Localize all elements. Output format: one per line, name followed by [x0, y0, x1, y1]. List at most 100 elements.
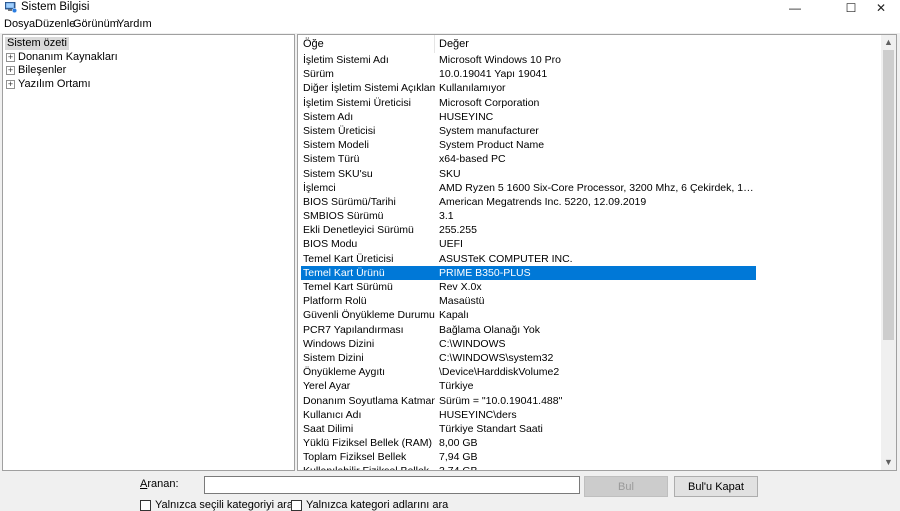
table-row[interactable]: İşletim Sistemi Adı Microsoft Windows 10 … — [298, 53, 883, 67]
table-row[interactable]: Sürüm 10.0.19041 Yapı 19041 — [298, 67, 883, 81]
row-value-cell: 8,00 GB — [439, 437, 478, 450]
table-row[interactable]: Windows Dizini C:\WINDOWS — [298, 337, 883, 351]
menu-file[interactable]: Dosya — [4, 18, 35, 30]
row-item-cell: Temel Kart Ürünü — [303, 266, 385, 279]
row-item-cell: Sürüm — [303, 68, 334, 81]
menu-help[interactable]: Yardım — [117, 18, 152, 30]
row-item-cell: İşletim Sistemi Adı — [303, 54, 389, 66]
table-row[interactable]: Ekli Denetleyici Sürümü 255.255 — [298, 223, 883, 237]
table-row[interactable]: BIOS Sürümü/Tarihi American Megatrends In… — [298, 195, 883, 209]
row-item-cell: Önyükleme Aygıtı — [303, 366, 386, 379]
details-list: Öğe Değer İşletim Sistemi Adı Microsoft W… — [297, 34, 897, 471]
checkbox-icon[interactable] — [291, 499, 302, 511]
maximize-button[interactable]: ☐ — [836, 0, 866, 15]
row-item-cell: Yerel Ayar — [303, 380, 351, 393]
row-value-cell: American Megatrends Inc. 5220, 12.09.201… — [439, 195, 647, 208]
minimize-icon: — — [789, 0, 801, 15]
row-item-cell: Ekli Denetleyici Sürümü — [303, 224, 414, 237]
table-row[interactable]: PCR7 Yapılandırması Bağlama Olanağı Yok — [298, 323, 883, 337]
row-value-cell: System Product Name — [439, 139, 545, 152]
row-value-cell: C:\WINDOWS\system32 — [439, 351, 554, 364]
table-row[interactable]: Temel Kart Ürünü PRIME B350-PLUS — [298, 265, 883, 280]
row-value-cell: UEFI — [439, 238, 463, 251]
row-value-cell: Türkiye Standart Saati — [439, 422, 543, 435]
row-value-cell: Bağlama Olanağı Yok — [439, 323, 540, 336]
row-item-cell: Platform Rolü — [303, 295, 367, 308]
table-row[interactable]: Saat Dilimi Türkiye Standart Saati — [298, 422, 883, 436]
table-row[interactable]: Platform Rolü Masaüstü — [298, 294, 883, 308]
row-item-cell: Sistem Dizini — [303, 351, 364, 364]
row-item-cell: BIOS Sürümü/Tarihi — [303, 195, 396, 208]
row-item-cell: Sistem Modeli — [303, 139, 369, 152]
table-row[interactable]: Toplam Fiziksel Bellek 7,94 GB — [298, 450, 883, 464]
row-value-cell: 3.1 — [439, 210, 454, 223]
tree-item-system-summary[interactable]: Sistem özeti — [5, 37, 69, 50]
minimize-button[interactable]: — — [780, 0, 810, 15]
table-row[interactable]: Sistem Modeli System Product Name — [298, 138, 883, 152]
row-item-cell: Windows Dizini — [303, 337, 375, 350]
row-value-cell: SKU — [439, 167, 461, 180]
tree-item-software-environment[interactable]: + Yazılım Ortamı — [6, 78, 91, 91]
table-row[interactable]: İşletim Sistemi Üreticisi Microsoft Corpo… — [298, 96, 883, 110]
table-row[interactable]: Önyükleme Aygıtı \Device\HarddiskVolume2 — [298, 365, 883, 379]
tree-item-label: Yazılım Ortamı — [18, 78, 91, 90]
row-item-cell: PCR7 Yapılandırması — [303, 323, 404, 336]
table-row[interactable]: Donanım Soyutlama Katmanı Sürüm = "10.0.1… — [298, 394, 883, 408]
vertical-scrollbar[interactable]: ▲ ▼ — [881, 35, 896, 470]
table-row[interactable]: Yerel Ayar Türkiye — [298, 379, 883, 393]
close-find-button[interactable]: Bul'u Kapat — [674, 476, 758, 497]
row-item-cell: İşletim Sistemi Üreticisi — [303, 96, 411, 109]
row-item-cell: Yüklü Fiziksel Bellek (RAM) — [303, 437, 432, 450]
expand-icon[interactable]: + — [6, 53, 15, 62]
row-item-cell: SMBIOS Sürümü — [303, 210, 384, 223]
column-header-value[interactable]: Değer — [439, 38, 469, 50]
close-button[interactable]: ✕ — [866, 0, 896, 15]
column-header-item[interactable]: Öğe — [303, 38, 324, 50]
close-find-button-label: Bul'u Kapat — [688, 480, 744, 493]
row-value-cell: Kapalı — [439, 309, 469, 322]
scroll-up-icon[interactable]: ▲ — [881, 35, 896, 50]
checkbox-icon[interactable] — [140, 499, 151, 511]
row-value-cell: x64-based PC — [439, 153, 506, 166]
table-row[interactable]: Diğer İşletim Sistemi Açıklaması Kullanıl… — [298, 81, 883, 95]
table-row[interactable]: İşlemci AMD Ryzen 5 1600 Six-Core Process… — [298, 181, 883, 195]
table-row[interactable]: Kullanıcı Adı HUSEYINC\ders — [298, 408, 883, 422]
table-row[interactable]: BIOS Modu UEFI — [298, 237, 883, 251]
menu-edit[interactable]: Düzenle — [35, 18, 75, 30]
row-value-cell: Microsoft Windows 10 Pro — [439, 54, 561, 66]
search-selected-category-checkbox[interactable]: Yalnızca seçili kategoriyi ara — [140, 499, 293, 511]
table-row[interactable]: Sistem Türü x64-based PC — [298, 152, 883, 166]
table-row[interactable]: Sistem SKU'su SKU — [298, 167, 883, 181]
table-row[interactable]: Güvenli Önyükleme Durumu Kapalı — [298, 308, 883, 322]
table-row[interactable]: SMBIOS Sürümü 3.1 — [298, 209, 883, 223]
row-item-cell: Donanım Soyutlama Katmanı — [303, 394, 435, 407]
row-value-cell: Rev X.0x — [439, 281, 482, 293]
find-input[interactable] — [204, 476, 580, 494]
row-value-cell: ASUSTeK COMPUTER INC. — [439, 252, 573, 265]
row-item-cell: BIOS Modu — [303, 238, 358, 251]
table-row[interactable]: Sistem Dizini C:\WINDOWS\system32 — [298, 351, 883, 365]
table-row[interactable]: Sistem Üreticisi System manufacturer — [298, 124, 883, 138]
table-row[interactable]: Kullanılabilir Fiziksel Bellek 3,74 GB — [298, 464, 883, 470]
find-button[interactable]: Bul — [584, 476, 668, 497]
search-category-names-checkbox[interactable]: Yalnızca kategori adlarını ara — [291, 499, 448, 511]
tree-item-hardware-resources[interactable]: + Donanım Kaynakları — [6, 51, 118, 64]
table-row[interactable]: Temel Kart Üreticisi ASUSTeK COMPUTER INC… — [298, 252, 883, 266]
row-item-cell: Güvenli Önyükleme Durumu — [303, 309, 435, 322]
row-item-cell: İşlemci — [303, 181, 336, 194]
scrollbar-thumb[interactable] — [883, 50, 894, 340]
expand-icon[interactable]: + — [6, 80, 15, 89]
menu-view[interactable]: Görünüm — [73, 18, 119, 30]
scroll-down-icon[interactable]: ▼ — [881, 455, 896, 470]
row-item-cell: Kullanılabilir Fiziksel Bellek — [303, 464, 435, 470]
row-item-cell: Sistem Adı — [303, 110, 354, 123]
table-row[interactable]: Temel Kart Sürümü Rev X.0x — [298, 280, 883, 294]
find-bar: Aranan: Bul Bul'u Kapat Yalnızca seçili … — [0, 472, 900, 511]
table-row[interactable]: Yüklü Fiziksel Bellek (RAM) 8,00 GB — [298, 436, 883, 450]
row-value-cell: Sürüm = "10.0.19041.488" — [439, 394, 563, 407]
column-divider[interactable] — [434, 35, 435, 53]
expand-icon[interactable]: + — [6, 66, 15, 75]
row-value-cell: \Device\HarddiskVolume2 — [439, 366, 560, 379]
tree-item-components[interactable]: + Bileşenler — [6, 64, 66, 77]
table-row[interactable]: Sistem Adı HUSEYINC — [298, 110, 883, 124]
